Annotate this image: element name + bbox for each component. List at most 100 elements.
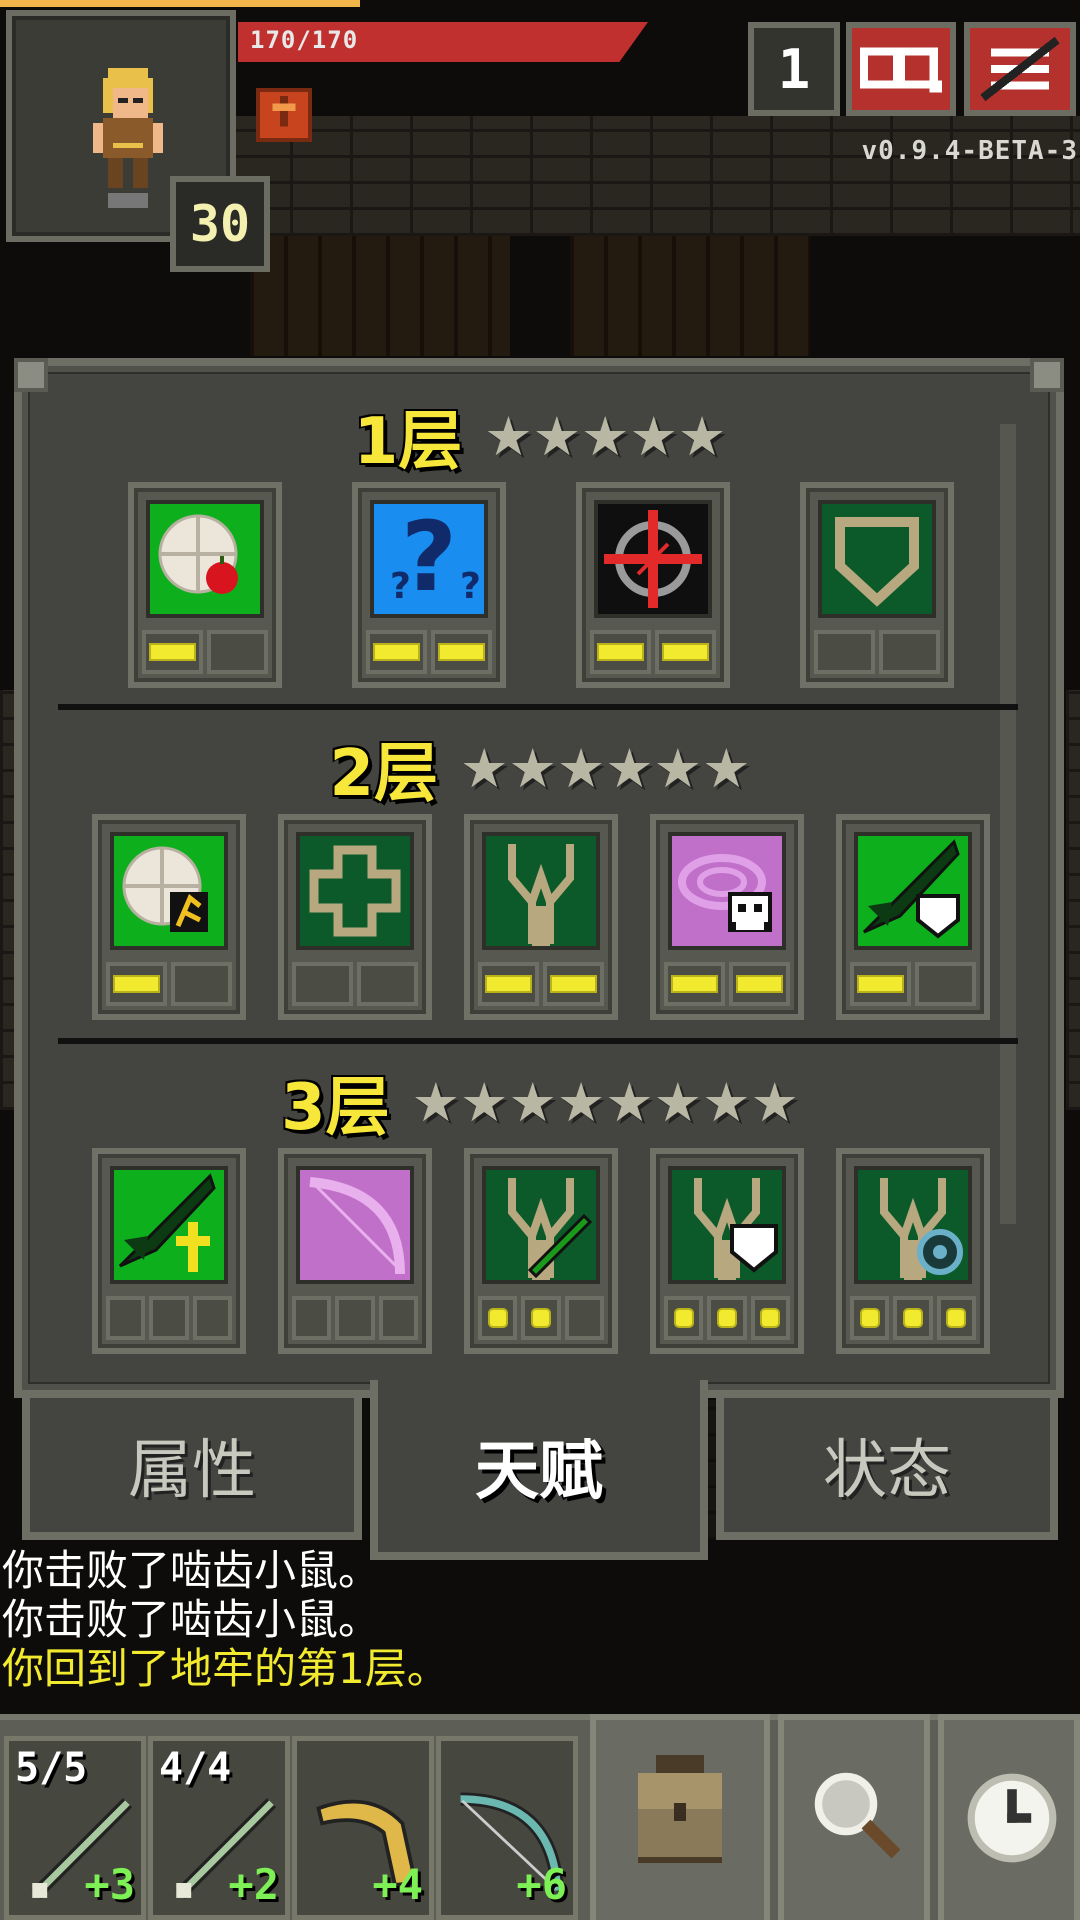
talent-point-empty <box>564 1296 604 1340</box>
talent-point-filled <box>936 1296 976 1340</box>
talent-point-empty <box>171 962 232 1006</box>
talent-point-filled <box>521 1296 561 1340</box>
hero-level-badge: 30 <box>170 176 270 272</box>
tier-3-header: 3层 ★★★★★★★★ <box>0 1056 1080 1148</box>
dungeon-wall <box>230 116 1080 236</box>
talent-points <box>142 630 268 674</box>
tree-shield-icon <box>668 1166 786 1284</box>
talent-button[interactable] <box>650 1148 804 1354</box>
talent-points <box>106 962 232 1006</box>
depth-indicator[interactable]: 1 <box>748 22 840 116</box>
wait-button[interactable] <box>938 1714 1080 1920</box>
talent-button[interactable] <box>278 1148 432 1354</box>
menu-button[interactable] <box>964 22 1076 116</box>
talent-point-filled <box>590 630 651 674</box>
tier-title: 1层 <box>353 405 463 479</box>
clock-icon <box>967 1773 1057 1863</box>
search-button[interactable] <box>778 1714 930 1920</box>
talent-point-empty <box>814 630 875 674</box>
quickslot-upgrade: +4 <box>372 1860 423 1909</box>
quickslot-count: 5/5 <box>15 1745 88 1791</box>
talent-button[interactable]: ??? <box>352 482 506 688</box>
dungeon-door-wall <box>570 236 810 356</box>
tier-stars: ★★★★★★ <box>460 736 751 800</box>
log-line: 你击败了啮齿小鼠。 <box>2 1595 381 1644</box>
tier-1-header: 1层 ★★★★★ <box>0 390 1080 482</box>
talent-point-filled <box>750 1296 790 1340</box>
quickslot-button[interactable]: +6 <box>436 1736 578 1920</box>
tier-stars: ★★★★★ <box>484 404 727 468</box>
talent-button[interactable] <box>464 1148 618 1354</box>
tier-divider <box>58 1038 1018 1044</box>
talent-button[interactable] <box>128 482 282 688</box>
version-label: v0.9.4-BETA-3 <box>861 136 1078 166</box>
talent-button[interactable] <box>650 814 804 1020</box>
tab-buffs[interactable]: 状态 <box>716 1390 1058 1540</box>
talent-button[interactable] <box>836 814 990 1020</box>
journal-button[interactable] <box>846 22 956 116</box>
talent-point-empty <box>292 962 353 1006</box>
tree-ring-icon <box>854 1166 972 1284</box>
talent-points <box>478 1296 604 1340</box>
talent-points <box>478 962 604 1006</box>
talent-points <box>292 962 418 1006</box>
game-log: 你击败了啮齿小鼠。 你击败了啮齿小鼠。 你回到了地牢的第1层。 <box>2 1546 449 1693</box>
talent-button[interactable] <box>836 1148 990 1354</box>
tier-title: 3层 <box>281 1071 390 1145</box>
talent-point-empty <box>335 1296 375 1340</box>
quickslot-button[interactable]: 4/4 +2 <box>148 1736 290 1920</box>
plate-apple-icon <box>146 500 264 618</box>
svg-text:?: ? <box>390 566 411 607</box>
quickslot-button[interactable]: +4 <box>292 1736 434 1920</box>
backpack-icon <box>638 1755 722 1863</box>
dungeon-door-wall <box>250 236 510 356</box>
talent-point-filled <box>543 962 604 1006</box>
talent-points <box>850 962 976 1006</box>
cross-icon <box>296 832 414 950</box>
talent-point-empty <box>357 962 418 1006</box>
talent-point-filled <box>707 1296 747 1340</box>
talent-point-empty <box>106 1296 146 1340</box>
quickslot-count: 4/4 <box>159 1745 232 1791</box>
talent-point-empty <box>879 630 940 674</box>
journal-icon <box>860 47 942 93</box>
plate-rune-icon <box>110 832 228 950</box>
talent-point-filled <box>893 1296 933 1340</box>
dart-shield-icon <box>854 832 972 950</box>
talent-button[interactable] <box>576 482 730 688</box>
talent-button[interactable] <box>464 814 618 1020</box>
talent-points <box>850 1296 976 1340</box>
tier-stars: ★★★★★★★★ <box>411 1070 799 1134</box>
shield-icon <box>818 500 936 618</box>
talent-point-empty <box>292 1296 332 1340</box>
talent-points <box>814 630 940 674</box>
quickslot-upgrade: +3 <box>84 1860 135 1909</box>
talent-button[interactable] <box>92 814 246 1020</box>
talent-point-filled <box>664 1296 704 1340</box>
question-mark-icon: ??? <box>370 500 488 618</box>
talent-point-empty <box>915 962 976 1006</box>
backpack-button[interactable] <box>590 1714 770 1920</box>
talent-point-filled <box>478 962 539 1006</box>
tab-stats[interactable]: 属性 <box>22 1390 362 1540</box>
tier-2-header: 2层 ★★★★★★ <box>0 722 1080 814</box>
tab-talents[interactable]: 天赋 <box>370 1380 708 1560</box>
dart-ankh-icon <box>110 1166 228 1284</box>
tier-title: 2层 <box>329 737 439 811</box>
talent-point-empty <box>207 630 268 674</box>
talent-button[interactable] <box>278 814 432 1020</box>
menu-icon <box>980 36 1060 102</box>
quickslot-button[interactable]: 5/5 +3 <box>4 1736 146 1920</box>
talent-point-filled <box>850 1296 890 1340</box>
talent-point-filled <box>729 962 790 1006</box>
log-line: 你回到了地牢的第1层。 <box>2 1644 449 1693</box>
buff-icon[interactable] <box>256 88 312 142</box>
bow-icon <box>296 1166 414 1284</box>
talent-button[interactable] <box>800 482 954 688</box>
window-corner <box>1030 358 1064 392</box>
talent-point-empty <box>378 1296 418 1340</box>
talent-point-empty <box>149 1296 189 1340</box>
talent-points <box>664 962 790 1006</box>
talent-button[interactable] <box>92 1148 246 1354</box>
talent-points <box>664 1296 790 1340</box>
